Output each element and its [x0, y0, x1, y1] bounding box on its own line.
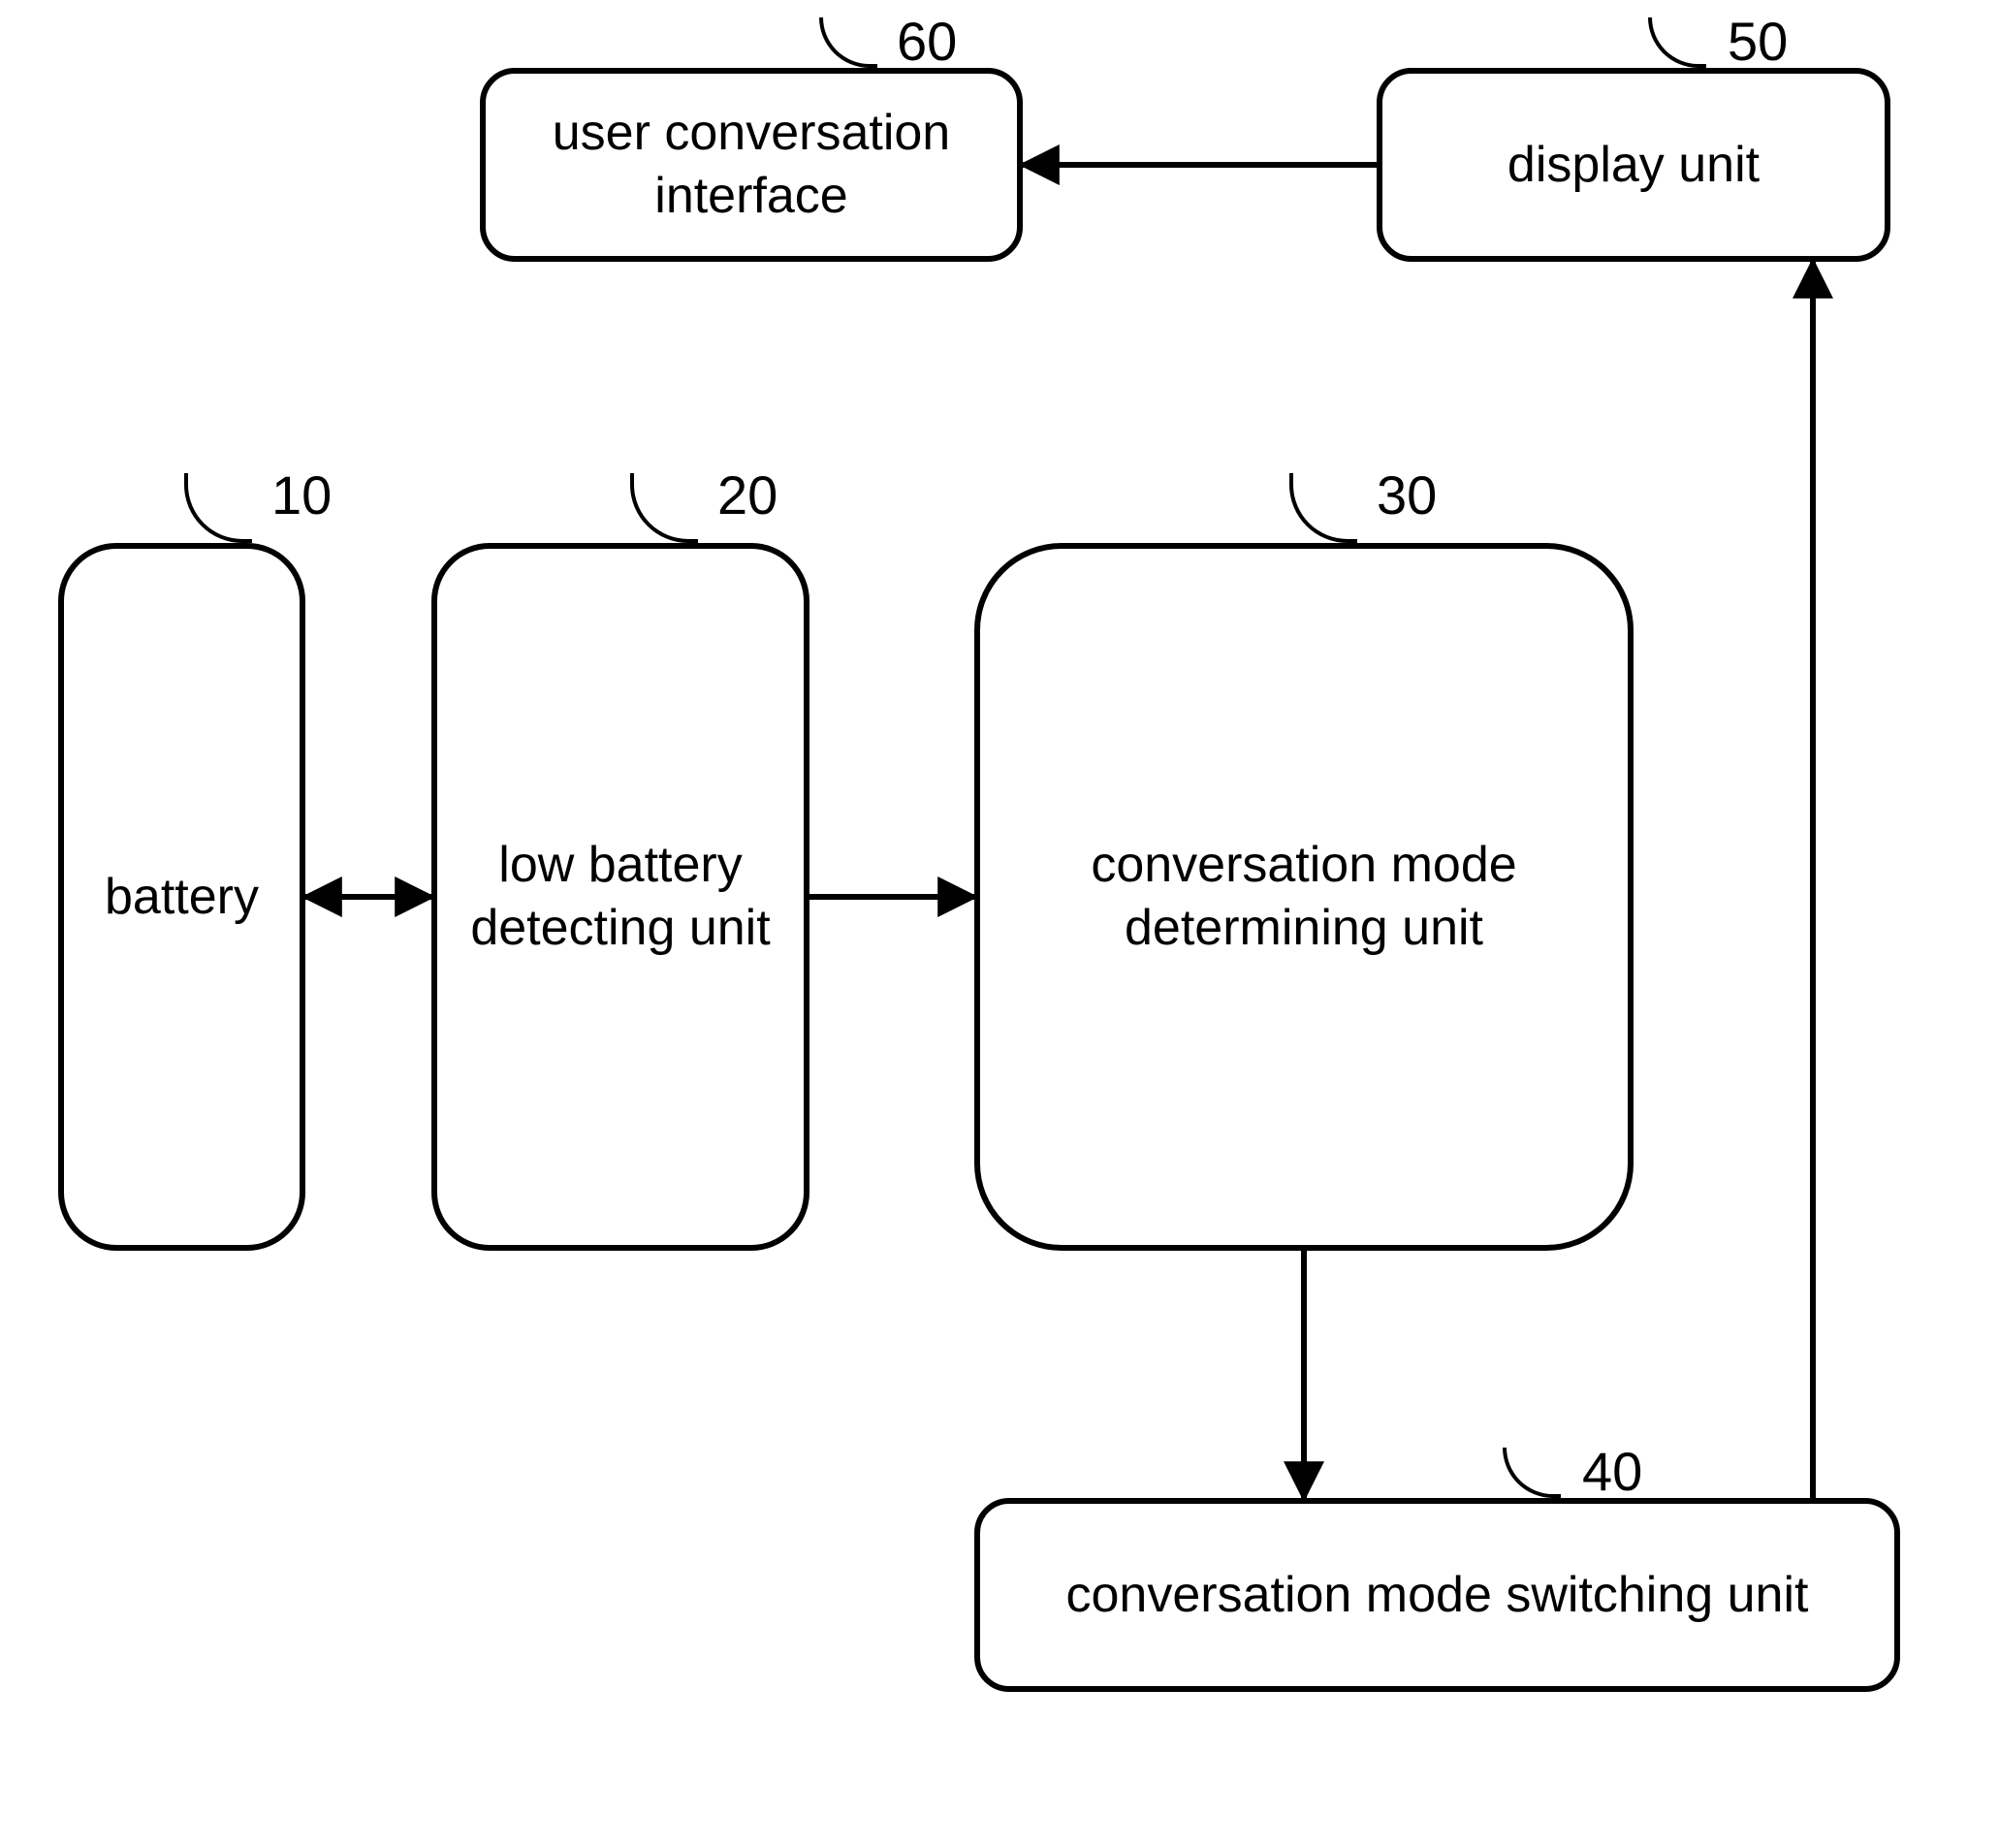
ref-lead-60 — [819, 17, 877, 68]
ref-label-40: 40 — [1582, 1440, 1642, 1503]
block-conversation-mode-switching-unit: conversation mode switching unit — [974, 1498, 1900, 1692]
block-conversation-mode-determining-unit: conversation mode determining unit — [974, 543, 1634, 1251]
block-determine-label: conversation mode determining unit — [990, 834, 1618, 960]
ref-label-60: 60 — [897, 10, 957, 73]
ref-label-30: 30 — [1377, 463, 1437, 526]
block-detector-label: low battery detecting unit — [447, 834, 794, 960]
block-display-unit: display unit — [1377, 68, 1890, 262]
ref-lead-30 — [1289, 473, 1357, 543]
ref-label-50: 50 — [1728, 10, 1788, 73]
block-display-label: display unit — [1507, 134, 1760, 197]
block-uci-label: user conversation interface — [495, 102, 1007, 228]
block-user-conversation-interface: user conversation interface — [480, 68, 1023, 262]
ref-lead-50 — [1648, 17, 1706, 68]
ref-label-20: 20 — [717, 463, 777, 526]
diagram-canvas: user conversation interface 60 display u… — [0, 0, 1999, 1848]
block-battery-label: battery — [105, 866, 259, 929]
block-switching-label: conversation mode switching unit — [1066, 1564, 1809, 1627]
block-battery: battery — [58, 543, 305, 1251]
ref-lead-20 — [630, 473, 698, 543]
block-low-battery-detecting-unit: low battery detecting unit — [431, 543, 809, 1251]
ref-lead-40 — [1503, 1448, 1561, 1498]
ref-label-10: 10 — [271, 463, 332, 526]
ref-lead-10 — [184, 473, 252, 543]
